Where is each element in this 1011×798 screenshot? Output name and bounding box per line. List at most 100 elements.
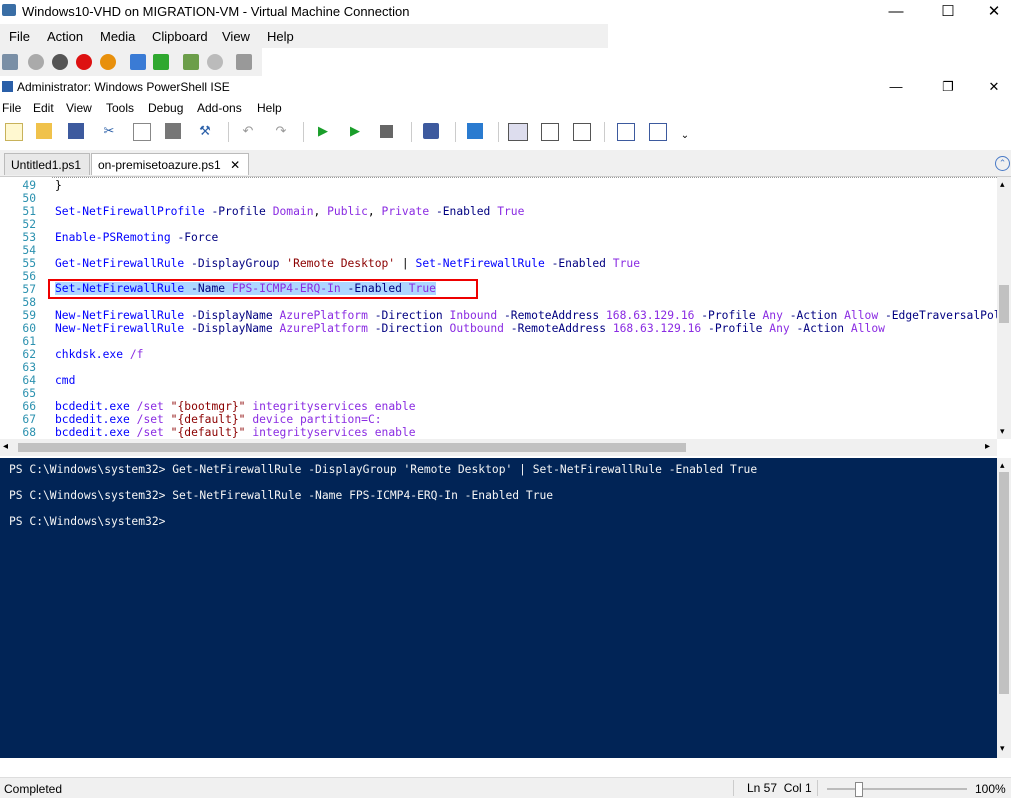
toolbar-overflow-icon[interactable]: ⌄	[677, 128, 693, 144]
tab-on-premisetoazure[interactable]: on-premisetoazure.ps1 ✕	[91, 153, 249, 175]
collapse-script-pane-icon[interactable]: ⌃	[995, 156, 1010, 171]
show-script-maximized-icon[interactable]	[573, 123, 591, 141]
scroll-down-icon[interactable]: ▾	[1000, 426, 1005, 437]
line-number: 67	[22, 413, 36, 426]
resume-icon[interactable]	[153, 54, 169, 70]
ise-restore-button[interactable]: ❐	[925, 76, 971, 98]
turn-off-icon[interactable]	[52, 54, 68, 70]
run-selection-icon[interactable]: ▶	[347, 123, 363, 139]
script-editor[interactable]: 49 } 50 51 Set-NetFirewallProfile -Profi…	[0, 177, 997, 439]
open-folder-icon[interactable]	[36, 123, 52, 139]
zoom-slider[interactable]	[827, 788, 967, 790]
highlight-box	[48, 279, 478, 299]
line-number: 61	[22, 335, 36, 348]
new-file-icon[interactable]	[5, 123, 23, 141]
line-number: 50	[22, 192, 36, 205]
clear-console-icon[interactable]: ⚒	[197, 123, 213, 139]
scroll-right-icon[interactable]: ▸	[985, 441, 990, 452]
vm-title-bar: Windows10-VHD on MIGRATION-VM - Virtual …	[0, 0, 1011, 24]
console-line: PS C:\Windows\system32> Set-NetFirewallR…	[9, 489, 554, 502]
vm-menu-view[interactable]: View	[222, 29, 250, 44]
zoom-slider-thumb[interactable]	[855, 782, 863, 797]
status-bar: Completed Ln 57 Col 1 100%	[0, 777, 1011, 798]
show-command-window-icon[interactable]	[617, 123, 635, 141]
vm-menu-file[interactable]: File	[9, 29, 30, 44]
scrollbar-thumb[interactable]	[999, 285, 1009, 323]
minimize-button[interactable]: —	[873, 0, 919, 24]
stop-icon[interactable]	[380, 125, 393, 138]
scrollbar-thumb[interactable]	[18, 443, 686, 452]
ise-menu-file[interactable]: File	[2, 101, 21, 115]
ise-close-button[interactable]: ✕	[971, 76, 1011, 98]
console-vertical-scrollbar[interactable]: ▴ ▾	[997, 458, 1011, 758]
scroll-up-icon[interactable]: ▴	[1000, 179, 1005, 190]
revert-icon[interactable]	[207, 54, 223, 70]
undo-icon[interactable]: ↶	[240, 123, 256, 139]
start-icon[interactable]	[28, 54, 44, 70]
ise-menu-tools[interactable]: Tools	[106, 101, 134, 115]
console-prompt: PS C:\Windows\system32>	[9, 515, 166, 528]
vm-menu-clipboard[interactable]: Clipboard	[152, 29, 208, 44]
line-number: 55	[22, 257, 36, 270]
show-command-addon-icon[interactable]	[649, 123, 667, 141]
editor-vertical-scrollbar[interactable]: ▴ ▾	[997, 177, 1011, 439]
console-line: PS C:\Windows\system32> Get-NetFirewallR…	[9, 463, 758, 476]
checkpoint-icon[interactable]	[183, 54, 199, 70]
vm-menu-help[interactable]: Help	[267, 29, 294, 44]
zoom-level: 100%	[975, 782, 1006, 796]
ise-menu-help[interactable]: Help	[257, 101, 282, 115]
line-number: 62	[22, 348, 36, 361]
vm-menu-action[interactable]: Action	[47, 29, 83, 44]
ise-minimize-button[interactable]: —	[873, 76, 919, 98]
ise-toolbar: ✂ ⚒ ↶ ↷ ▶ ▶ ⌄	[0, 118, 1011, 146]
vm-app-icon	[2, 4, 16, 16]
save-state-icon[interactable]	[100, 54, 116, 70]
powershell-icon	[2, 81, 13, 92]
close-button[interactable]: ✕	[971, 0, 1011, 24]
line-number: 54	[22, 244, 36, 257]
copy-icon[interactable]	[133, 123, 151, 141]
ise-menu-edit[interactable]: Edit	[33, 101, 54, 115]
line-number: 58	[22, 296, 36, 309]
scroll-down-icon[interactable]: ▾	[1000, 743, 1005, 754]
pause-icon[interactable]	[130, 54, 146, 70]
show-script-top-icon[interactable]	[508, 123, 528, 141]
status-text: Completed	[4, 782, 63, 796]
ise-menu-debug[interactable]: Debug	[148, 101, 183, 115]
code-line: Enable-PSRemoting -Force	[55, 231, 219, 244]
code-line: bcdedit.exe /set "{default}" integrityse…	[55, 426, 416, 439]
code-line: bcdedit.exe /set "{bootmgr}" integrityse…	[55, 400, 416, 413]
scrollbar-thumb[interactable]	[999, 472, 1009, 694]
code-line: }	[55, 179, 62, 192]
enhanced-session-icon[interactable]	[236, 54, 252, 70]
vm-menu-media[interactable]: Media	[100, 29, 135, 44]
close-tab-icon[interactable]: ✕	[230, 158, 240, 172]
script-tabs: Untitled1.ps1 on-premisetoazure.ps1 ✕ ⌃	[0, 150, 1011, 177]
scroll-up-icon[interactable]: ▴	[1000, 460, 1005, 471]
vm-toolbar	[0, 48, 262, 76]
line-number: 56	[22, 270, 36, 283]
run-script-icon[interactable]: ▶	[315, 123, 331, 139]
paste-icon[interactable]	[165, 123, 181, 139]
cut-icon[interactable]: ✂	[101, 123, 117, 139]
show-script-right-icon[interactable]	[541, 123, 559, 141]
ise-menu-addons[interactable]: Add-ons	[197, 101, 242, 115]
line-number: 52	[22, 218, 36, 231]
start-powershell-icon[interactable]	[467, 123, 483, 139]
maximize-button[interactable]: ☐	[925, 0, 971, 24]
ise-menu-view[interactable]: View	[66, 101, 92, 115]
code-line: chkdsk.exe /f	[55, 348, 144, 361]
tab-untitled1[interactable]: Untitled1.ps1	[4, 153, 90, 175]
code-line: Set-NetFirewallProfile -Profile Domain, …	[55, 205, 525, 218]
save-icon[interactable]	[68, 123, 84, 139]
code-line: bcdedit.exe /set "{default}" device part…	[55, 413, 382, 426]
shutdown-icon[interactable]	[76, 54, 92, 70]
editor-horizontal-scrollbar[interactable]: ◂ ▸	[0, 439, 997, 456]
line-number: 63	[22, 361, 36, 374]
code-line: Get-NetFirewallRule -DisplayGroup 'Remot…	[55, 257, 641, 270]
scroll-left-icon[interactable]: ◂	[3, 441, 8, 452]
ctrl-alt-del-icon[interactable]	[2, 54, 18, 70]
remote-powershell-icon[interactable]	[423, 123, 439, 139]
console-pane[interactable]: PS C:\Windows\system32> Get-NetFirewallR…	[0, 458, 997, 758]
redo-icon[interactable]: ↷	[273, 123, 289, 139]
